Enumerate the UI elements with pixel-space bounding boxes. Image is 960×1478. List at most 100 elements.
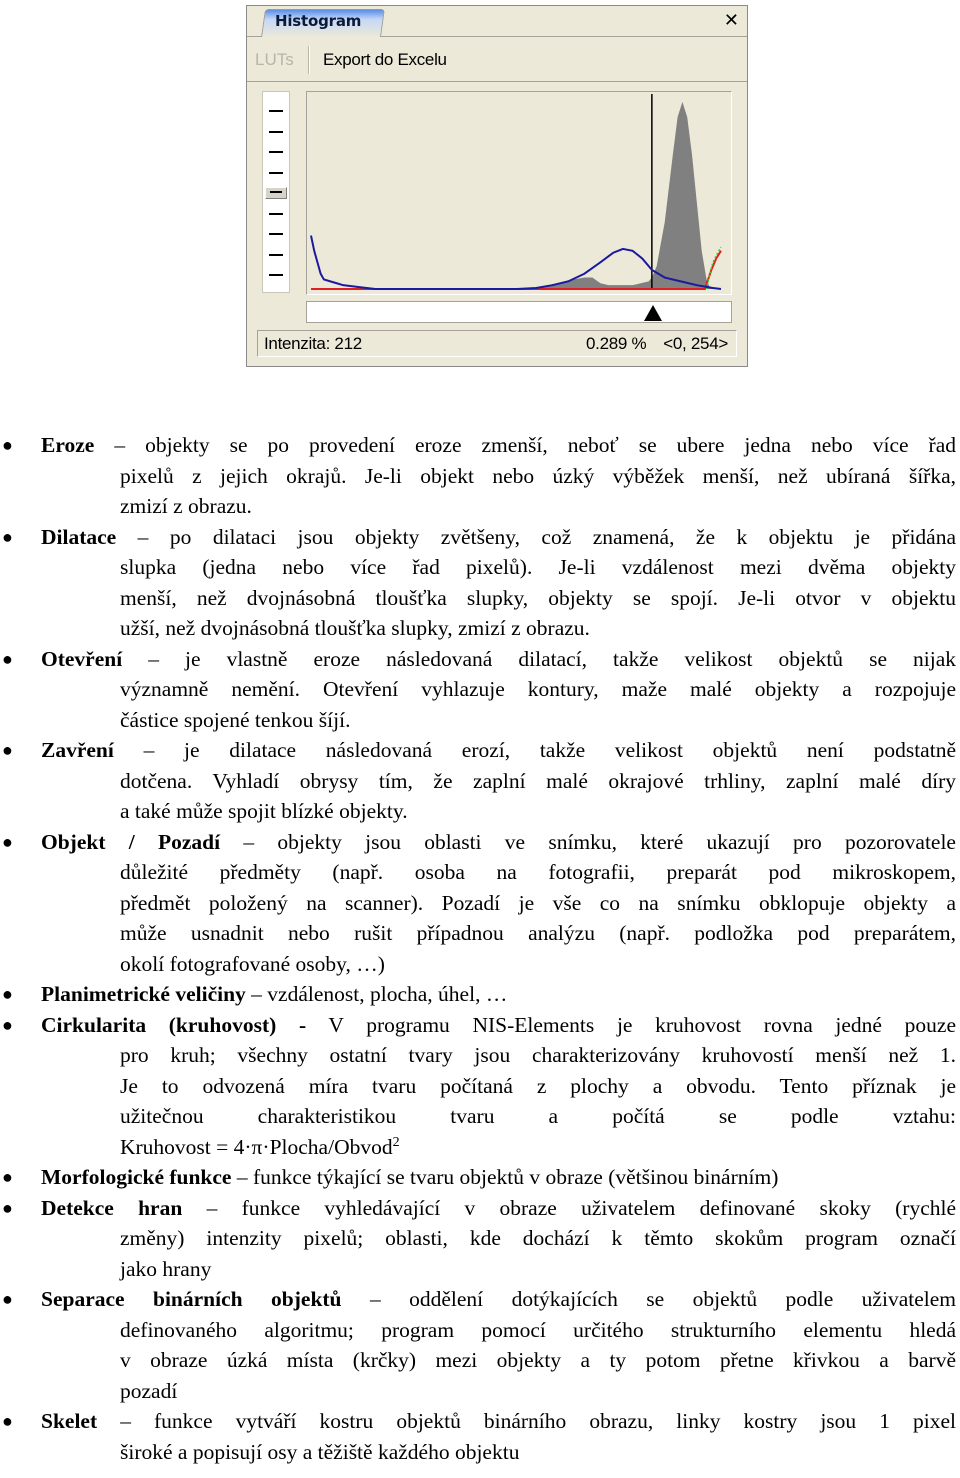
glossary-first-line: Zavření – je dilatace následovaná erozí,… [41, 735, 956, 766]
glossary-continuation-line: užší, než dvojnásobná tloušťka slupky, z… [120, 616, 590, 640]
zoom-slider[interactable] [262, 91, 290, 293]
glossary-continuation-line: pozadí [120, 1378, 178, 1403]
tab-histogram-label[interactable]: Histogram [275, 12, 361, 30]
glossary-continuation-line: široké a popisují osy a těžiště každého … [120, 1439, 520, 1464]
glossary-list: ● Eroze – objekty se po provedení eroze z… [0, 430, 960, 1467]
glossary-term: Eroze [41, 433, 95, 457]
bullet-icon: ● [2, 831, 13, 852]
glossary-first-line: Detekce hran – funkce vyhledávající v ob… [41, 1193, 956, 1224]
glossary-continuation-line: dotčena. Vyhladí obrysy tím, že zaplní m… [120, 768, 956, 793]
glossary-first-line: Objekt / Pozadí – objekty jsou oblasti v… [41, 827, 956, 858]
glossary-term: Planimetrické veličiny [41, 982, 246, 1006]
bullet-icon: ● [2, 740, 13, 760]
close-icon[interactable]: ✕ [724, 11, 739, 31]
glossary-definition: vzdálenost, plocha, úhel, … [267, 982, 508, 1006]
glossary-item: ● Cirkularita (kruhovost) - V programu NI… [0, 1010, 960, 1163]
toolbar: LUTs Export do Excelu [247, 37, 747, 82]
zoom-slider-tick [269, 110, 283, 112]
histogram-plot[interactable] [306, 91, 732, 295]
formula-text: Kruhovost = 4·π·Plocha/Obvod [120, 1134, 393, 1159]
glossary-continuation-line: v obraze úzká místa (krčky) mezi objekty… [120, 1348, 956, 1372]
glossary-definition: funkce týkající se tvaru objektů v obraz… [252, 1165, 779, 1189]
glossary-item: ● Dilatace – po dilataci jsou objekty zvě… [0, 522, 960, 644]
glossary-definition: je dilatace následovaná erozí, takže vel… [184, 738, 956, 762]
glossary-definition: V programu NIS-Elements je kruhovost rov… [328, 1012, 956, 1037]
glossary-continuation-line: pro kruh; všechny ostatní tvary jsou cha… [120, 1043, 956, 1067]
formula-superscript: 2 [392, 1134, 400, 1150]
glossary-separator: – [97, 1409, 155, 1433]
glossary-term: Zavření [41, 738, 114, 762]
glossary-separator: – [231, 1165, 253, 1189]
zoom-slider-thumb[interactable] [265, 187, 287, 199]
bullet-icon: ● [2, 648, 13, 669]
glossary-continuation-line: změny) intenzity pixelů; oblasti, kde do… [120, 1226, 956, 1250]
glossary-separator: – [116, 524, 170, 549]
glossary-term: Cirkularita (kruhovost) - [41, 1012, 307, 1037]
glossary-first-line: Eroze – objekty se po provedení eroze zm… [41, 430, 956, 461]
toolbar-separator [308, 46, 310, 74]
intensity-readout: Intenzita: 212 [264, 334, 362, 353]
glossary-separator: – [113, 738, 185, 762]
status-bar: Intenzita: 212 0.289 % <0, 254> [257, 330, 737, 357]
glossary-continuation-line: užitečnou charakteristikou tvaru a počít… [120, 1104, 956, 1128]
glossary-term: Dilatace [41, 524, 117, 549]
glossary-first-line: Morfologické funkce – funkce týkající se… [41, 1162, 956, 1193]
bullet-icon: ● [2, 1289, 13, 1309]
intensity-marker-handle[interactable] [643, 305, 662, 321]
glossary-continuation-line: menší, než dvojnásobná tloušťka slupky, … [120, 585, 956, 610]
glossary-definition: je vlastně eroze následovaná dilatací, t… [185, 646, 957, 671]
zoom-slider-tick [269, 171, 283, 174]
glossary-continuation-line: slupka (jedna nebo více řad pixelů). Je-… [120, 555, 956, 579]
glossary-item: ● Separace binárních objektů – oddělení d… [0, 1284, 960, 1406]
glossary-item: ● Zavření – je dilatace následovaná erozí… [0, 735, 960, 827]
circularity-formula: Kruhovost = 4·π·Plocha/Obvod2 [41, 1132, 956, 1163]
glossary-item: ● Otevření – je vlastně eroze následovaná… [0, 644, 960, 736]
glossary-term: Detekce hran [41, 1195, 183, 1220]
glossary-continuation-line: Je to odvozená míra tvaru počítaná z plo… [120, 1073, 956, 1098]
bullet-icon: ● [2, 435, 13, 455]
bullet-icon: ● [2, 1167, 13, 1187]
zoom-slider-tick [269, 130, 283, 133]
glossary-definition: objekty jsou oblasti ve snímku, které uk… [277, 829, 956, 854]
glossary-first-line: Separace binárních objektů – oddělení do… [41, 1284, 956, 1315]
glossary-term: Objekt / Pozadí [41, 829, 221, 854]
histogram-area [311, 101, 721, 289]
glossary-definition: oddělení dotýkajících se objektů podle u… [409, 1287, 957, 1311]
glossary-item: ● Morfologické funkce – funkce týkající s… [0, 1162, 960, 1193]
glossary-first-line: Cirkularita (kruhovost) - V programu NIS… [41, 1010, 956, 1041]
glossary-definition: objekty se po provedení eroze zmenší, ne… [145, 433, 956, 457]
luts-button[interactable]: LUTs [255, 50, 294, 70]
glossary-separator: – [220, 829, 278, 854]
glossary-first-line: Otevření – je vlastně eroze následovaná … [41, 644, 956, 675]
glossary-definition: funkce vytváří kostru objektů binárního … [154, 1409, 957, 1433]
bullet-icon: ● [2, 526, 13, 547]
glossary-item: ● Objekt / Pozadí – objekty jsou oblasti … [0, 827, 960, 980]
glossary-first-line: Dilatace – po dilataci jsou objekty zvět… [41, 522, 956, 553]
bullet-icon: ● [2, 1197, 13, 1218]
percent-readout: 0.289 % [586, 334, 647, 353]
glossary-separator: – [182, 1195, 242, 1220]
zoom-slider-tick [269, 253, 283, 256]
glossary-item: ● Detekce hran – funkce vyhledávající v o… [0, 1193, 960, 1285]
glossary-term: Skelet [41, 1409, 98, 1433]
export-to-excel-button[interactable]: Export do Excelu [323, 50, 447, 70]
glossary-continuation-line: zmizí z obrazu. [120, 494, 252, 518]
glossary-term: Separace binárních objektů [41, 1287, 342, 1311]
glossary-continuation-line: částice spojené tenkou šíjí. [120, 707, 351, 732]
bullet-icon: ● [2, 1411, 13, 1431]
glossary-continuation-line: jako hrany [120, 1256, 212, 1281]
zoom-slider-tick [269, 212, 283, 215]
glossary-definition: po dilataci jsou objekty zvětšeny, což z… [169, 524, 957, 549]
glossary-continuation-line: důležité předměty (např. osoba na fotogr… [120, 860, 956, 884]
glossary-definition: funkce vyhledávající v obraze uživatelem… [241, 1195, 957, 1220]
zoom-slider-tick [269, 233, 283, 235]
tab-strip: Histogram ✕ [247, 6, 747, 37]
range-readout: <0, 254> [663, 334, 728, 353]
glossary-separator: – [341, 1287, 410, 1311]
zoom-slider-tick [269, 274, 283, 276]
bullet-icon: ● [2, 1014, 13, 1035]
glossary-separator [306, 1013, 328, 1037]
glossary-first-line: Planimetrické veličiny – vzdálenost, plo… [41, 979, 956, 1010]
zoom-slider-tick [269, 151, 283, 153]
intensity-marker-bar[interactable] [306, 301, 732, 323]
